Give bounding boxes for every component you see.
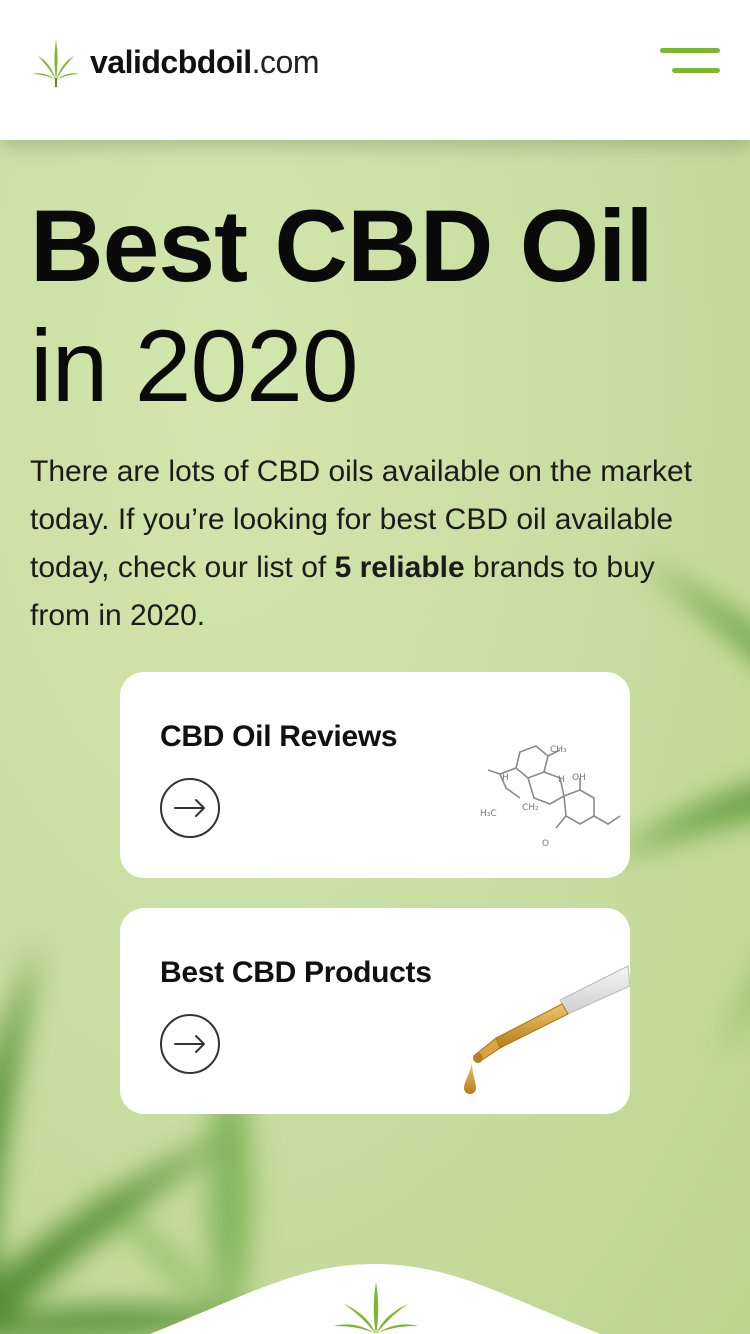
arrow-right-icon[interactable]	[160, 1014, 220, 1074]
best-cbd-products-card[interactable]: Best CBD Products	[120, 908, 630, 1114]
logo-suffix: .com	[251, 43, 320, 80]
card-title: Best CBD Products	[160, 956, 432, 989]
menu-bar-top	[660, 48, 720, 53]
arrow-right-icon[interactable]	[160, 778, 220, 838]
hero-title: Best CBD Oil in 2020	[30, 186, 730, 426]
logo-wordmark: validcbdoil.com	[90, 44, 319, 81]
molecule-label: H	[558, 775, 565, 785]
hero-title-line2: in 2020	[30, 309, 359, 423]
cbd-molecule-illustration: CH₃ OH H H H₃C CH₂ O	[480, 745, 621, 849]
molecule-label: CH₂	[522, 803, 539, 813]
molecule-label: H	[502, 773, 509, 783]
cbd-oil-reviews-card[interactable]: CBD Oil Reviews CH₃ OH H H H₃C CH₂ O	[120, 672, 630, 878]
molecule-label: OH	[572, 773, 586, 783]
oil-dropper-illustration	[464, 965, 630, 1094]
hero-desc-highlight: 5 reliable	[334, 551, 465, 584]
hamburger-menu-icon[interactable]	[660, 48, 720, 76]
card-title: CBD Oil Reviews	[160, 720, 398, 753]
arrow-glyph	[174, 1035, 205, 1053]
molecule-label: O	[542, 839, 549, 849]
menu-bar-bottom	[672, 68, 720, 73]
cannabis-leaf-icon	[32, 40, 80, 87]
hero-description: There are lots of CBD oils available on …	[30, 448, 710, 640]
hero-section: Best CBD Oil in 2020 There are lots of C…	[0, 140, 750, 1334]
molecule-label: H₃C	[480, 809, 497, 819]
hero-title-line1: Best CBD Oil	[30, 189, 654, 303]
site-logo[interactable]: validcbdoil.com	[30, 36, 319, 88]
molecule-label: CH₃	[550, 745, 567, 755]
logo-bold: validcbdoil	[90, 43, 252, 80]
site-header: validcbdoil.com	[0, 0, 750, 140]
cannabis-leaf-icon	[334, 1282, 418, 1334]
arrow-glyph	[174, 799, 205, 817]
